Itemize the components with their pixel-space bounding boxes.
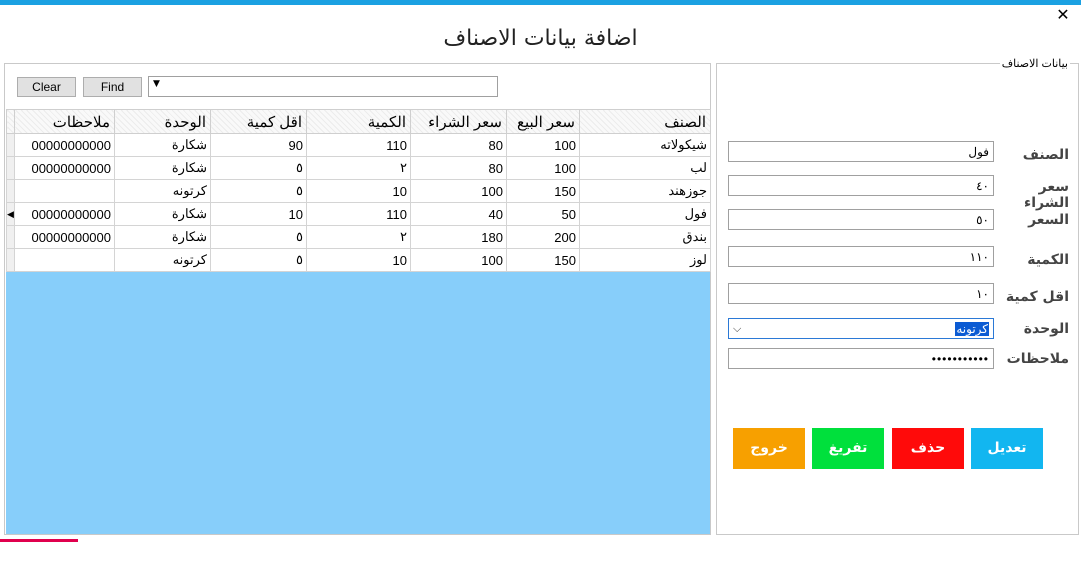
quantity-label: الكمية: [1027, 252, 1069, 268]
row-header[interactable]: [6, 133, 15, 157]
find-button[interactable]: Find: [83, 77, 142, 97]
watermark-logo: مستقل: [475, 534, 589, 578]
cell-sale-price[interactable]: 200: [506, 225, 580, 249]
cell-min-quantity[interactable]: 90: [210, 133, 307, 157]
cell-item[interactable]: جوزهند: [579, 179, 711, 203]
exit-button[interactable]: خروج: [733, 428, 805, 469]
cell-item[interactable]: لوز: [579, 248, 711, 272]
cell-buy-price[interactable]: 80: [410, 156, 507, 180]
table-row[interactable]: جوزهند 150 100 10 ٥ كرتونه: [6, 179, 711, 203]
cell-quantity[interactable]: 110: [306, 133, 411, 157]
items-grid-panel: Clear Find ▼ الصنف سعر البيع سعر الشراء …: [4, 63, 711, 588]
table-row[interactable]: شيكولاته 100 80 110 90 شكارة 00000000000: [6, 133, 711, 157]
cell-quantity[interactable]: 10: [306, 248, 411, 272]
table-row[interactable]: بندق 200 180 ٢ ٥ شكارة 00000000000: [6, 225, 711, 249]
cell-unit[interactable]: كرتونه: [114, 179, 211, 203]
buy-price-label: سعر الشراء: [1024, 179, 1069, 211]
clear-search-button[interactable]: Clear: [17, 77, 76, 97]
item-label: الصنف: [1022, 147, 1069, 163]
item-details-group: بيانات الاصناف الصنف فول سعر الشراء ٤٠ ا…: [716, 57, 1079, 535]
unit-select-value: كرتونه: [955, 322, 989, 336]
dropdown-arrow-icon[interactable]: ▼: [153, 79, 160, 89]
cell-buy-price[interactable]: 100: [410, 248, 507, 272]
column-header-item[interactable]: الصنف: [579, 109, 711, 134]
delete-button[interactable]: حذف: [892, 428, 964, 469]
price-label: السعر: [1028, 212, 1069, 228]
cell-sale-price[interactable]: 50: [506, 202, 580, 226]
buy-price-field[interactable]: ٤٠: [728, 175, 994, 196]
cell-notes[interactable]: [14, 248, 115, 272]
cell-min-quantity[interactable]: ٥: [210, 248, 307, 272]
cell-min-quantity[interactable]: ٥: [210, 225, 307, 249]
chevron-down-icon[interactable]: ⌵: [733, 319, 741, 340]
current-row-indicator-icon[interactable]: ◀: [6, 202, 15, 226]
cell-item[interactable]: شيكولاته: [579, 133, 711, 157]
cell-quantity[interactable]: ٢: [306, 156, 411, 180]
cell-buy-price[interactable]: 180: [410, 225, 507, 249]
cell-unit[interactable]: شكارة: [114, 133, 211, 157]
row-header[interactable]: [6, 156, 15, 180]
min-quantity-label: اقل كمية: [1005, 289, 1069, 305]
table-row[interactable]: لب 100 80 ٢ ٥ شكارة 00000000000: [6, 156, 711, 180]
table-row[interactable]: لوز 150 100 10 ٥ كرتونه: [6, 248, 711, 272]
row-header[interactable]: [6, 225, 15, 249]
cell-item[interactable]: لب: [579, 156, 711, 180]
table-row[interactable]: فول 50 40 110 10 شكارة 00000000000 ◀: [6, 202, 711, 226]
cell-sale-price[interactable]: 100: [506, 133, 580, 157]
cell-sale-price[interactable]: 150: [506, 248, 580, 272]
quantity-field[interactable]: ١١٠: [728, 246, 994, 267]
cell-sale-price[interactable]: 100: [506, 156, 580, 180]
cell-notes[interactable]: 00000000000: [14, 202, 115, 226]
price-field[interactable]: ٥٠: [728, 209, 994, 230]
group-title: بيانات الاصناف: [999, 57, 1070, 70]
items-data-grid[interactable]: الصنف سعر البيع سعر الشراء الكمية اقل كم…: [6, 109, 711, 272]
cell-buy-price[interactable]: 100: [410, 179, 507, 203]
cell-item[interactable]: فول: [579, 202, 711, 226]
column-header-buy-price[interactable]: سعر الشراء: [410, 109, 507, 134]
cell-unit[interactable]: شكارة: [114, 202, 211, 226]
grid-header-row: الصنف سعر البيع سعر الشراء الكمية اقل كم…: [6, 109, 711, 134]
window-top-border: [0, 0, 1081, 5]
column-header-notes[interactable]: ملاحظات: [14, 109, 115, 134]
notes-label: ملاحظات: [1006, 351, 1069, 367]
cell-item[interactable]: بندق: [579, 225, 711, 249]
grid-empty-area: [6, 272, 710, 534]
search-combobox[interactable]: ▼: [148, 76, 498, 97]
cell-sale-price[interactable]: 150: [506, 179, 580, 203]
item-field[interactable]: فول: [728, 141, 994, 162]
cell-min-quantity[interactable]: ٥: [210, 179, 307, 203]
min-quantity-field[interactable]: ١٠: [728, 283, 994, 304]
close-icon[interactable]: ✕: [1055, 6, 1071, 24]
cell-notes[interactable]: 00000000000: [14, 225, 115, 249]
row-header[interactable]: [6, 179, 15, 203]
watermark-url: mostaql.com: [481, 574, 559, 588]
row-header[interactable]: [6, 248, 15, 272]
unit-label: الوحدة: [1023, 321, 1069, 337]
cell-buy-price[interactable]: 80: [410, 133, 507, 157]
cell-min-quantity[interactable]: ٥: [210, 156, 307, 180]
notes-field[interactable]: •••••••••••: [728, 348, 994, 369]
row-header-corner: [6, 109, 15, 134]
cell-notes[interactable]: 00000000000: [14, 133, 115, 157]
cell-notes[interactable]: [14, 179, 115, 203]
cell-quantity[interactable]: ٢: [306, 225, 411, 249]
column-header-sale-price[interactable]: سعر البيع: [506, 109, 580, 134]
cell-unit[interactable]: كرتونه: [114, 248, 211, 272]
edit-button[interactable]: تعديل: [971, 428, 1043, 469]
column-header-quantity[interactable]: الكمية: [306, 109, 411, 134]
cell-min-quantity[interactable]: 10: [210, 202, 307, 226]
unit-select[interactable]: ⌵ كرتونه: [728, 318, 994, 339]
cell-buy-price[interactable]: 40: [410, 202, 507, 226]
clear-form-button[interactable]: تفريغ: [812, 428, 884, 469]
cell-unit[interactable]: شكارة: [114, 156, 211, 180]
column-header-unit[interactable]: الوحدة: [114, 109, 211, 134]
window-title: اضافة بيانات الاصناف: [443, 26, 638, 51]
cell-notes[interactable]: 00000000000: [14, 156, 115, 180]
column-header-min-quantity[interactable]: اقل كمية: [210, 109, 307, 134]
cell-unit[interactable]: شكارة: [114, 225, 211, 249]
cell-quantity[interactable]: 110: [306, 202, 411, 226]
cell-quantity[interactable]: 10: [306, 179, 411, 203]
